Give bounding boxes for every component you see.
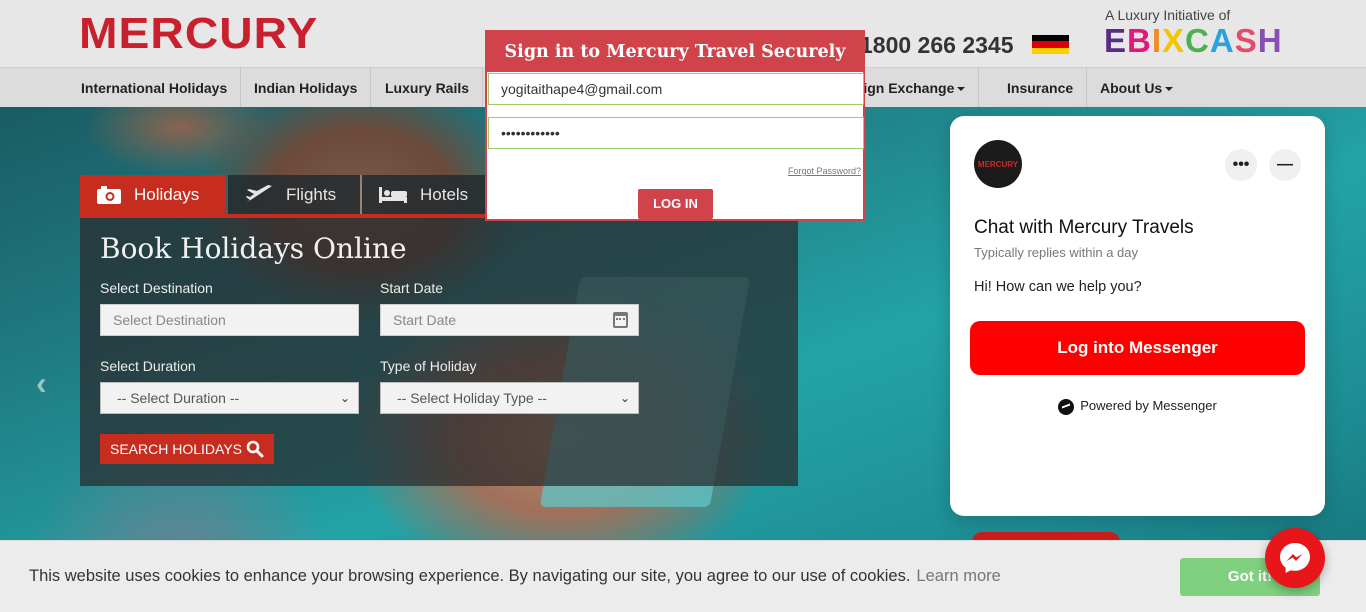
signin-modal: Sign in to Mercury Travel Securely yogit… bbox=[485, 30, 865, 221]
holiday-type-select[interactable]: -- Select Holiday Type -- ⌄ bbox=[380, 382, 639, 414]
chevron-down-icon: ⌄ bbox=[619, 391, 630, 405]
powered-by-label: Powered by Messenger bbox=[1080, 398, 1217, 413]
login-button[interactable]: LOG IN bbox=[638, 189, 713, 219]
mercury-logo[interactable]: MERCURY bbox=[79, 12, 318, 56]
holiday-type-label: Type of Holiday bbox=[380, 358, 477, 374]
calendar-icon[interactable] bbox=[613, 312, 628, 328]
phone-number: 1800 266 2345 bbox=[860, 32, 1014, 58]
search-icon bbox=[246, 440, 264, 458]
duration-label: Select Duration bbox=[100, 358, 196, 374]
chevron-down-icon: ⌄ bbox=[339, 391, 350, 405]
panel-title: Book Holidays Online bbox=[100, 232, 407, 265]
nav-item-indian-holidays[interactable]: Indian Holidays bbox=[241, 68, 372, 108]
bed-icon bbox=[379, 187, 407, 203]
messenger-icon bbox=[1058, 398, 1075, 415]
nav-item-about-us[interactable]: About Us bbox=[1087, 68, 1186, 108]
cookie-banner: This website uses cookies to enhance you… bbox=[0, 540, 1366, 612]
airplane-icon bbox=[246, 185, 272, 203]
carousel-prev-icon[interactable]: ‹ bbox=[36, 365, 47, 402]
signin-title: Sign in to Mercury Travel Securely bbox=[487, 32, 863, 72]
messenger-logo-icon bbox=[1280, 543, 1310, 573]
start-date-input[interactable]: Start Date bbox=[380, 304, 639, 336]
nav-item-label: About Us bbox=[1100, 80, 1163, 96]
messenger-chat-panel: MERCURY ••• — Chat with Mercury Travels … bbox=[950, 116, 1325, 516]
learn-more-link[interactable]: Learn more bbox=[916, 567, 1000, 585]
duration-select[interactable]: -- Select Duration -- ⌄ bbox=[100, 382, 359, 414]
email-field[interactable]: yogitaithape4@gmail.com bbox=[488, 73, 864, 105]
cookie-text: This website uses cookies to enhance you… bbox=[29, 567, 1001, 586]
tab-flights[interactable]: Flights bbox=[228, 175, 360, 215]
messenger-bubble-icon[interactable] bbox=[1265, 528, 1325, 588]
caret-down-icon bbox=[957, 87, 966, 92]
tab-hotels[interactable]: Hotels bbox=[362, 175, 496, 215]
forgot-password-link[interactable]: Forgot Password? bbox=[788, 166, 861, 176]
tab-holidays[interactable]: Holidays bbox=[80, 175, 226, 215]
start-date-label: Start Date bbox=[380, 280, 444, 296]
avatar: MERCURY bbox=[974, 140, 1022, 188]
nav-item-insurance[interactable]: Insurance bbox=[994, 68, 1088, 108]
chat-greeting: Hi! How can we help you? bbox=[974, 279, 1142, 295]
tab-label: Holidays bbox=[134, 185, 200, 204]
nav-item-international-holidays[interactable]: International Holidays bbox=[68, 68, 242, 108]
password-field[interactable]: •••••••••••• bbox=[488, 117, 864, 149]
destination-input[interactable]: Select Destination bbox=[100, 304, 359, 336]
chat-subtitle: Typically replies within a day bbox=[974, 245, 1139, 260]
ebix-tagline: A Luxury Initiative of bbox=[1105, 7, 1231, 23]
destination-label: Select Destination bbox=[100, 280, 213, 296]
germany-flag-icon[interactable] bbox=[1032, 35, 1069, 54]
minimize-icon[interactable]: — bbox=[1269, 149, 1301, 181]
chat-title: Chat with Mercury Travels bbox=[974, 217, 1194, 238]
log-into-messenger-button[interactable]: Log into Messenger bbox=[970, 321, 1305, 375]
more-options-icon[interactable]: ••• bbox=[1225, 149, 1257, 181]
caret-down-icon bbox=[1165, 87, 1174, 92]
search-button-label: SEARCH HOLIDAYS bbox=[110, 441, 242, 457]
holiday-type-value: -- Select Holiday Type -- bbox=[397, 390, 547, 406]
duration-value: -- Select Duration -- bbox=[117, 390, 240, 406]
start-date-placeholder: Start Date bbox=[393, 312, 457, 328]
powered-by-messenger: Powered by Messenger bbox=[950, 398, 1325, 415]
search-holidays-button[interactable]: SEARCH HOLIDAYS bbox=[100, 434, 274, 464]
nav-item-luxury-rails[interactable]: Luxury Rails bbox=[372, 68, 484, 108]
tab-label: Hotels bbox=[420, 185, 469, 204]
camera-icon bbox=[97, 186, 121, 204]
tab-label: Flights bbox=[286, 185, 337, 204]
ebixcash-logo: EBIXCASH bbox=[1104, 22, 1283, 59]
cookie-message: This website uses cookies to enhance you… bbox=[29, 567, 911, 585]
booking-panel: Book Holidays Online Select Destination … bbox=[80, 218, 798, 486]
